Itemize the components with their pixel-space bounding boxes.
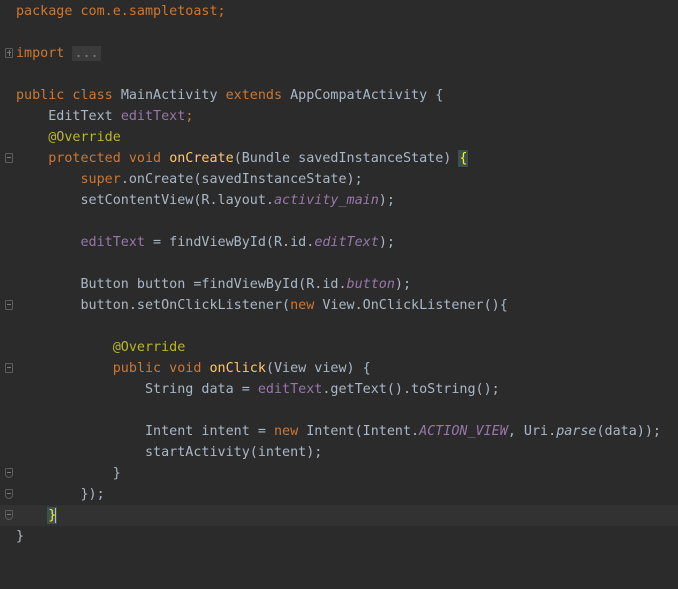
code-line-import[interactable]: import ...: [0, 43, 678, 64]
button-pre: Button button =findViewById(R.id.: [80, 277, 347, 292]
listener-post: View.OnClickListener(){: [314, 298, 508, 313]
code-line-edittext-assign[interactable]: editText = findViewById(R.id.editText);: [0, 232, 678, 253]
onclick-name: onClick: [209, 361, 266, 376]
edittext-id: editText: [314, 235, 379, 250]
method-params: (Bundle savedInstanceState): [233, 151, 460, 166]
assign-post: );: [378, 235, 395, 250]
layout-id: activity_main: [273, 193, 379, 208]
edittext-ref: editText: [257, 382, 323, 397]
extends-keyword: extends: [225, 88, 283, 103]
import-keyword: import: [16, 46, 65, 61]
button-id: button: [346, 277, 395, 292]
setcontent-post: );: [378, 193, 395, 208]
close-listener: });: [80, 487, 105, 502]
code-line-override[interactable]: @Override: [0, 127, 678, 148]
fold-collapse-icon[interactable]: [5, 153, 13, 163]
startactivity-call: startActivity(intent);: [145, 445, 323, 460]
override-annotation: @Override: [112, 340, 186, 355]
intent-post: (data));: [596, 424, 662, 439]
code-line-super[interactable]: super.onCreate(savedInstanceState);: [0, 169, 678, 190]
code-line-close-listener[interactable]: });: [0, 484, 678, 505]
code-line-intent[interactable]: Intent intent = new Intent(Intent.ACTION…: [0, 421, 678, 442]
code-line-startactivity[interactable]: startActivity(intent);: [0, 442, 678, 463]
code-line-override-2[interactable]: @Override: [0, 337, 678, 358]
new-keyword: new: [290, 298, 315, 313]
button-post: );: [394, 277, 412, 292]
fold-end-icon[interactable]: [5, 489, 13, 499]
code-line-close-onclick[interactable]: }: [0, 463, 678, 484]
intent-mid: Intent(Intent.: [298, 424, 420, 439]
field-name: editText: [120, 109, 186, 124]
assign-mid: = findViewById(R.id.: [145, 235, 315, 250]
parse-method: parse: [556, 424, 597, 439]
code-line-field[interactable]: EditText editText;: [0, 106, 678, 127]
fold-collapse-icon[interactable]: [5, 300, 13, 310]
matched-brace-open: {: [458, 150, 469, 167]
fold-end-icon[interactable]: [5, 468, 13, 478]
override-annotation: @Override: [48, 130, 121, 145]
code-line-onclick[interactable]: public void onClick(View view) {: [0, 358, 678, 379]
package-statement: package com.e.sampletoast;: [16, 4, 226, 19]
action-view-const: ACTION_VIEW: [419, 424, 508, 439]
fold-end-icon[interactable]: [5, 510, 13, 520]
close-class-brace: }: [16, 529, 25, 544]
method-name: onCreate: [169, 151, 234, 166]
code-line-close-method[interactable]: }: [0, 505, 678, 526]
string-pre: String data =: [145, 382, 258, 397]
intent-pre: Intent intent =: [145, 424, 274, 439]
close-brace: }: [112, 466, 121, 481]
text-caret: [55, 507, 58, 523]
listener-pre: button.setOnClickListener(: [80, 298, 291, 313]
string-post: .getText().toString();: [322, 382, 500, 397]
code-line-oncreate[interactable]: protected void onCreate(Bundle savedInst…: [0, 148, 678, 169]
edittext-field: editText: [80, 235, 146, 250]
super-call: .onCreate(savedInstanceState);: [120, 172, 363, 187]
code-line-class-declaration[interactable]: public class MainActivity extends AppCom…: [0, 85, 678, 106]
field-type: EditText: [48, 109, 113, 124]
fold-expand-icon[interactable]: [5, 48, 13, 58]
new-keyword: new: [274, 424, 299, 439]
code-editor[interactable]: package com.e.sampletoast; import ... pu…: [0, 0, 678, 561]
code-line-setcontentview[interactable]: setContentView(R.layout.activity_main);: [0, 190, 678, 211]
parent-class: AppCompatActivity {: [290, 88, 444, 103]
method-modifiers: protected void: [48, 151, 162, 166]
intent-mid2: , Uri.: [507, 424, 557, 439]
folded-imports[interactable]: ...: [72, 46, 101, 61]
semicolon: ;: [185, 109, 194, 124]
class-modifiers: public class: [16, 88, 113, 103]
class-name: MainActivity: [120, 88, 218, 103]
onclick-modifiers: public void: [112, 361, 202, 376]
code-line-package[interactable]: package com.e.sampletoast;: [0, 1, 678, 22]
onclick-params: (View view) {: [265, 361, 371, 376]
super-keyword: super: [80, 172, 121, 187]
setcontent-pre: setContentView(R.layout.: [80, 193, 274, 208]
fold-collapse-icon[interactable]: [5, 363, 13, 373]
code-line-string-data[interactable]: String data = editText.getText().toStrin…: [0, 379, 678, 400]
code-line-button-decl[interactable]: Button button =findViewById(R.id.button)…: [0, 274, 678, 295]
code-line-listener[interactable]: button.setOnClickListener(new View.OnCli…: [0, 295, 678, 316]
code-line-close-class[interactable]: }: [0, 526, 678, 547]
